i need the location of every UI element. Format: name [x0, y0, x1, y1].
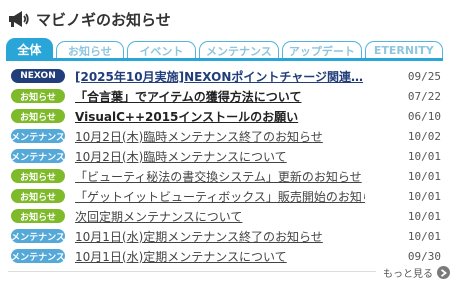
- news-date: 10/01: [407, 229, 441, 243]
- more-link[interactable]: もっと見る: [383, 265, 450, 280]
- news-date: 10/02: [407, 129, 441, 143]
- news-date: 09/25: [407, 69, 441, 83]
- category-badge: メンテナンス: [11, 229, 65, 243]
- news-date: 10/01: [407, 209, 441, 223]
- tab-all[interactable]: 全体: [6, 38, 53, 59]
- news-title-link[interactable]: 10月2日(木)臨時メンテナンスについて: [75, 148, 365, 165]
- news-date: 10/01: [407, 149, 441, 163]
- category-badge: お知らせ: [11, 189, 65, 203]
- list-item[interactable]: お知らせ 「ゲットイットビューティボックス」販売開始のお知らせ 10/01: [11, 186, 441, 206]
- list-item[interactable]: NEXON [2025年10月実施]NEXONポイントチャージ関連… 09/25: [11, 66, 441, 86]
- list-item[interactable]: お知らせ VisualC++2015インストールのお願い 06/10: [11, 106, 441, 126]
- category-badge: メンテナンス: [11, 249, 65, 263]
- news-date: 06/10: [407, 109, 441, 123]
- page-title: マビノギのお知らせ: [36, 10, 171, 29]
- category-badge: お知らせ: [11, 209, 65, 223]
- list-item[interactable]: メンテナンス 10月1日(水)定期メンテナンスについて 09/30: [11, 246, 441, 266]
- news-title-link[interactable]: 10月1日(水)定期メンテナンスについて: [75, 248, 365, 265]
- news-date: 10/01: [407, 189, 441, 203]
- list-item[interactable]: お知らせ 次回定期メンテナンスについて 10/01: [11, 206, 441, 226]
- news-title-link[interactable]: 10月2日(木)臨時メンテナンス終了のお知らせ: [75, 128, 365, 145]
- news-list: NEXON [2025年10月実施]NEXONポイントチャージ関連… 09/25…: [11, 66, 441, 266]
- category-badge: メンテナンス: [11, 149, 65, 163]
- category-badge: お知らせ: [11, 109, 65, 123]
- more-link-label: もっと見る: [383, 269, 433, 280]
- category-badge: NEXON: [11, 69, 65, 83]
- tab-eternity[interactable]: ETERNITY: [364, 41, 443, 59]
- footer-divider: [8, 271, 376, 272]
- megaphone-icon: [8, 10, 30, 28]
- tab-update[interactable]: アップデート: [282, 41, 362, 59]
- category-badge: お知らせ: [11, 89, 65, 103]
- category-badge: メンテナンス: [11, 129, 65, 143]
- news-header: マビノギのお知らせ: [8, 8, 171, 30]
- news-title-link[interactable]: VisualC++2015インストールのお願い: [75, 108, 365, 125]
- news-title-link[interactable]: 「ビューティ秘法の書交換システム」更新のお知らせ: [75, 168, 365, 185]
- news-date: 10/01: [407, 169, 441, 183]
- news-title-link[interactable]: 10月1日(水)定期メンテナンス終了のお知らせ: [75, 228, 365, 245]
- category-badge: お知らせ: [11, 169, 65, 183]
- news-title-link[interactable]: 次回定期メンテナンスについて: [75, 208, 365, 225]
- tab-event[interactable]: イベント: [127, 41, 196, 59]
- news-date: 07/22: [407, 89, 441, 103]
- chevron-right-icon: [437, 266, 450, 279]
- list-item[interactable]: メンテナンス 10月2日(木)臨時メンテナンスについて 10/01: [11, 146, 441, 166]
- news-title-link[interactable]: 「ゲットイットビューティボックス」販売開始のお知らせ: [75, 188, 365, 205]
- news-title-link[interactable]: [2025年10月実施]NEXONポイントチャージ関連…: [75, 68, 365, 85]
- list-item[interactable]: お知らせ 「合言葉」でアイテムの獲得方法について 07/22: [11, 86, 441, 106]
- news-title-link[interactable]: 「合言葉」でアイテムの獲得方法について: [75, 88, 365, 105]
- news-date: 09/30: [407, 249, 441, 263]
- tab-notice[interactable]: お知らせ: [55, 41, 125, 59]
- tab-underline: [6, 58, 443, 61]
- list-item[interactable]: メンテナンス 10月2日(木)臨時メンテナンス終了のお知らせ 10/02: [11, 126, 441, 146]
- tab-maintenance[interactable]: メンテナンス: [198, 41, 280, 59]
- list-item[interactable]: お知らせ 「ビューティ秘法の書交換システム」更新のお知らせ 10/01: [11, 166, 441, 186]
- list-item[interactable]: メンテナンス 10月1日(水)定期メンテナンス終了のお知らせ 10/01: [11, 226, 441, 246]
- category-tabs: 全体 お知らせ イベント メンテナンス アップデート ETERNITY: [6, 38, 443, 59]
